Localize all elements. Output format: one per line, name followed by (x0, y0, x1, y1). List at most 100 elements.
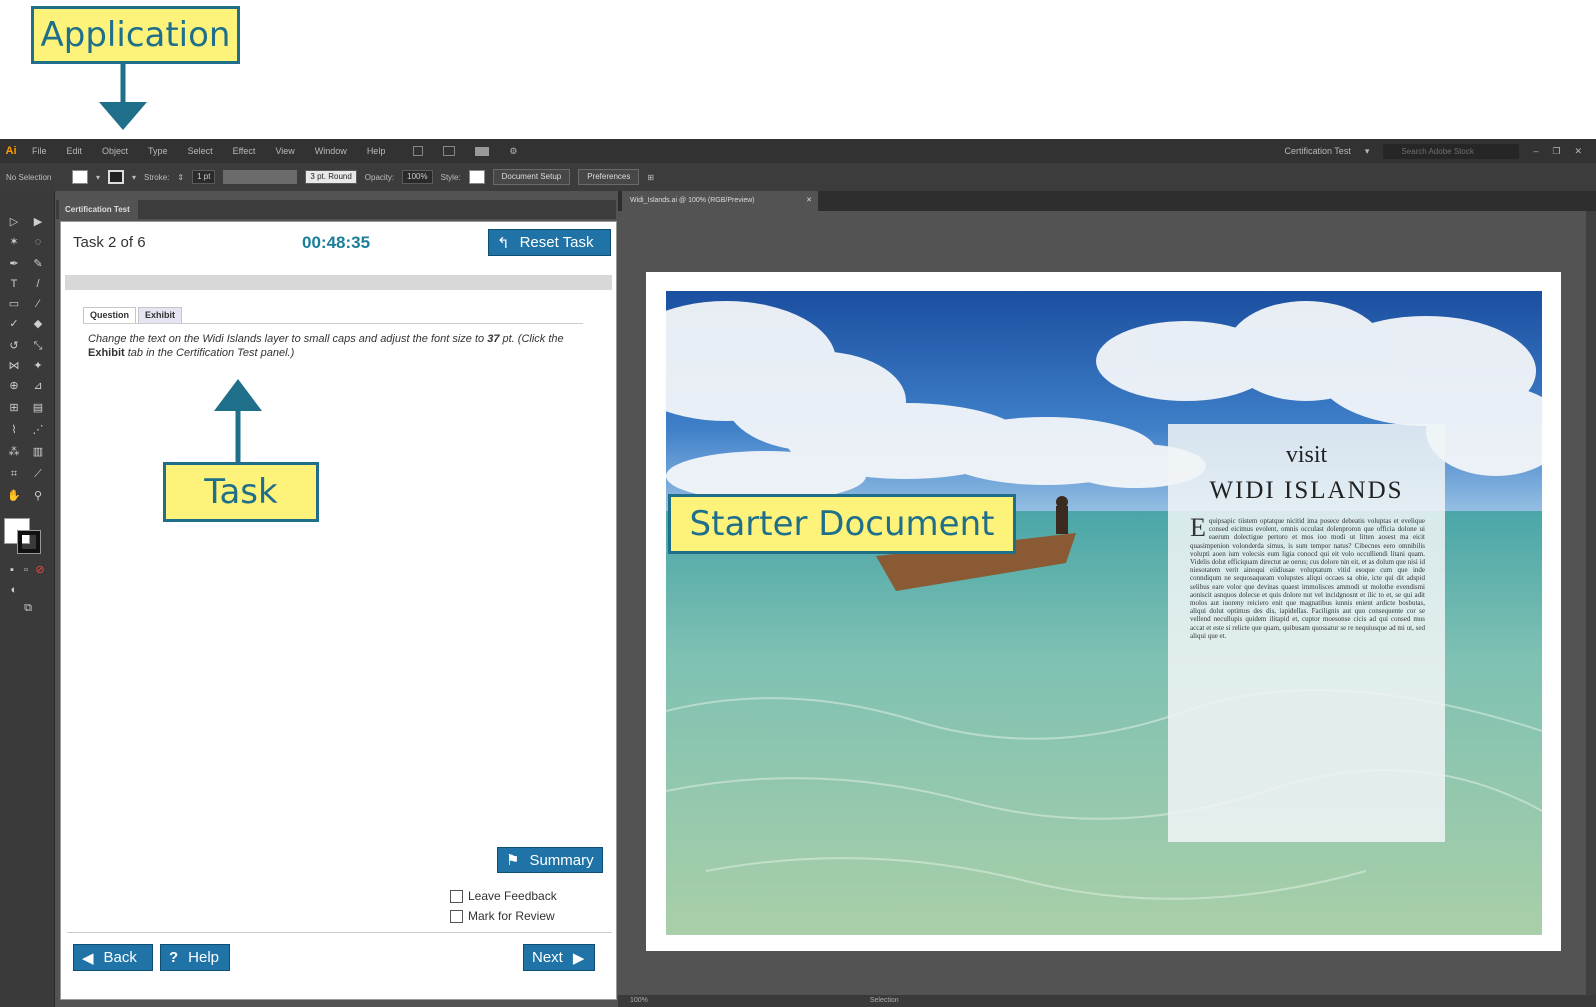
back-button[interactable]: ◀ Back (73, 944, 153, 971)
minimize-icon[interactable]: – (1533, 146, 1538, 156)
menu-edit[interactable]: Edit (67, 146, 83, 156)
zoom-tool-icon[interactable]: ⚲ (30, 489, 46, 503)
body-copy: Equipsapic tiistem optatque nicitid ima … (1168, 505, 1445, 640)
stroke-weight-field[interactable]: 1 pt (192, 170, 216, 184)
stroke-color-box[interactable] (17, 530, 41, 554)
summary-button[interactable]: ⚑ Summary (497, 847, 603, 873)
none-mode-icon[interactable]: ⊘ (32, 563, 48, 577)
arrange-icon[interactable]: ⊞ (647, 173, 654, 182)
shaper-tool-icon[interactable]: ✓ (6, 317, 22, 331)
screen-mode-icon[interactable]: ⧉ (20, 601, 36, 615)
maximize-icon[interactable]: ❐ (1552, 146, 1560, 157)
workspace-switcher[interactable]: Certification Test (1284, 146, 1350, 156)
drop-cap: E (1190, 513, 1206, 542)
column-graph-tool-icon[interactable]: ▥ (30, 445, 46, 459)
tab-exhibit[interactable]: Exhibit (138, 307, 183, 323)
artboard-tool-icon[interactable]: ⌗ (6, 467, 22, 481)
chevron-down-icon[interactable]: ▾ (96, 173, 100, 182)
callout-task: Task (163, 462, 319, 522)
question-text-part: layer to small caps and adjust the font … (261, 333, 488, 345)
direct-selection-tool-icon[interactable]: ▶ (30, 215, 46, 229)
close-icon[interactable]: ✕ (1574, 146, 1582, 157)
preferences-button[interactable]: Preferences (578, 169, 640, 185)
menu-file[interactable]: File (32, 146, 47, 156)
menu-help[interactable]: Help (367, 146, 386, 156)
lasso-tool-icon[interactable]: ◌ (30, 235, 46, 249)
tab-question[interactable]: Question (83, 307, 137, 323)
zoom-level[interactable]: 100% (630, 997, 648, 1004)
stroke-swatch[interactable] (108, 170, 125, 184)
gradient-tool-icon[interactable]: ▤ (30, 401, 46, 415)
type-tool-icon[interactable]: T (6, 277, 22, 291)
line-tool-icon[interactable]: / (30, 277, 46, 291)
next-label: Next (532, 949, 563, 966)
bridge-icon[interactable] (413, 146, 424, 156)
curvature-tool-icon[interactable]: ✎ (30, 257, 46, 271)
question-text-part: pt. (Click the (499, 333, 564, 345)
question-mark-icon: ? (169, 949, 179, 966)
paintbrush-tool-icon[interactable]: ⁄ (30, 297, 46, 311)
reset-task-label: Reset Task (519, 234, 594, 251)
menu-window[interactable]: Window (315, 146, 347, 156)
mark-for-review-label: Mark for Review (468, 909, 555, 923)
scale-tool-icon[interactable]: ⤡ (30, 339, 46, 353)
tab-divider (83, 323, 583, 324)
graphic-style-swatch[interactable] (468, 170, 485, 184)
magic-wand-tool-icon[interactable]: ✶ (6, 235, 22, 249)
pen-tool-icon[interactable]: ✒ (6, 257, 22, 271)
menu-select[interactable]: Select (188, 146, 213, 156)
rectangle-tool-icon[interactable]: ▭ (6, 297, 22, 311)
slice-tool-icon[interactable]: ⟋ (30, 467, 46, 481)
close-icon[interactable]: ✕ (806, 191, 812, 211)
width-tool-icon[interactable]: ⋈ (6, 359, 22, 373)
chevron-down-icon[interactable]: ▾ (132, 173, 136, 182)
menu-effect[interactable]: Effect (233, 146, 256, 156)
stepper-icon[interactable]: ⇕ (177, 173, 184, 182)
stock-search-input[interactable]: Search Adobe Stock (1383, 143, 1520, 159)
question-font-size: 37 (487, 333, 500, 345)
summary-icon: ⚑ (506, 852, 520, 869)
perspective-grid-tool-icon[interactable]: ⊿ (30, 379, 46, 393)
rotate-tool-icon[interactable]: ↺ (6, 339, 22, 353)
next-button[interactable]: Next ▶ (523, 944, 595, 971)
blend-tool-icon[interactable]: ⋰ (30, 423, 46, 437)
tab-certification-test[interactable]: Certification Test (59, 200, 138, 219)
illustrator-logo: Ai (5, 145, 17, 157)
menu-view[interactable]: View (275, 146, 294, 156)
question-layer-name: Widi Islands (202, 333, 262, 345)
mark-for-review-checkbox[interactable] (450, 909, 463, 923)
hand-tool-icon[interactable]: ✋ (6, 489, 22, 503)
menu-type[interactable]: Type (148, 146, 168, 156)
selection-tool-icon[interactable]: ▷ (6, 215, 22, 229)
document-setup-button[interactable]: Document Setup (492, 169, 571, 185)
document-tab-bar: Widi_Islands.ai @ 100% (RGB/Preview) ✕ (618, 191, 1596, 211)
fill-swatch[interactable] (72, 170, 88, 184)
symbol-sprayer-tool-icon[interactable]: ⁂ (6, 445, 22, 459)
shape-builder-tool-icon[interactable]: ⊕ (6, 379, 22, 393)
eraser-tool-icon[interactable]: ◆ (30, 317, 46, 331)
widi-islands-text-frame: visit WIDI ISLANDS Equipsapic tiistem op… (1168, 424, 1445, 842)
mark-for-review-checkbox-row[interactable]: Mark for Review (450, 909, 555, 923)
mesh-tool-icon[interactable]: ⊞ (6, 401, 22, 415)
variable-width-profile[interactable] (223, 170, 298, 184)
brush-definition-field[interactable]: 3 pt. Round (305, 170, 357, 184)
stock-icon[interactable] (443, 146, 456, 156)
leave-feedback-checkbox[interactable] (450, 889, 463, 903)
gpu-icon[interactable]: ⚙ (509, 146, 517, 157)
opacity-field[interactable]: 100% (402, 170, 433, 184)
help-button[interactable]: ? Help (160, 944, 230, 971)
draw-mode-icon[interactable]: ◐ (6, 583, 22, 597)
puppet-warp-tool-icon[interactable]: ✦ (30, 359, 46, 373)
arrow-right-icon: ▶ (572, 949, 585, 967)
leave-feedback-checkbox-row[interactable]: Leave Feedback (450, 889, 557, 903)
eyedropper-tool-icon[interactable]: ⌇ (6, 423, 22, 437)
opacity-label[interactable]: Opacity: (365, 173, 394, 182)
reset-task-button[interactable]: ↰ Reset Task (488, 229, 611, 256)
vertical-scrollbar[interactable] (1586, 211, 1596, 995)
document-tab[interactable]: Widi_Islands.ai @ 100% (RGB/Preview) ✕ (622, 191, 818, 211)
menu-bar: Ai File Edit Object Type Select Effect V… (0, 139, 1596, 163)
menu-object[interactable]: Object (102, 146, 128, 156)
arrow-up-icon (214, 379, 262, 465)
stroke-label[interactable]: Stroke: (144, 173, 169, 182)
arrange-documents-icon[interactable] (475, 146, 490, 156)
